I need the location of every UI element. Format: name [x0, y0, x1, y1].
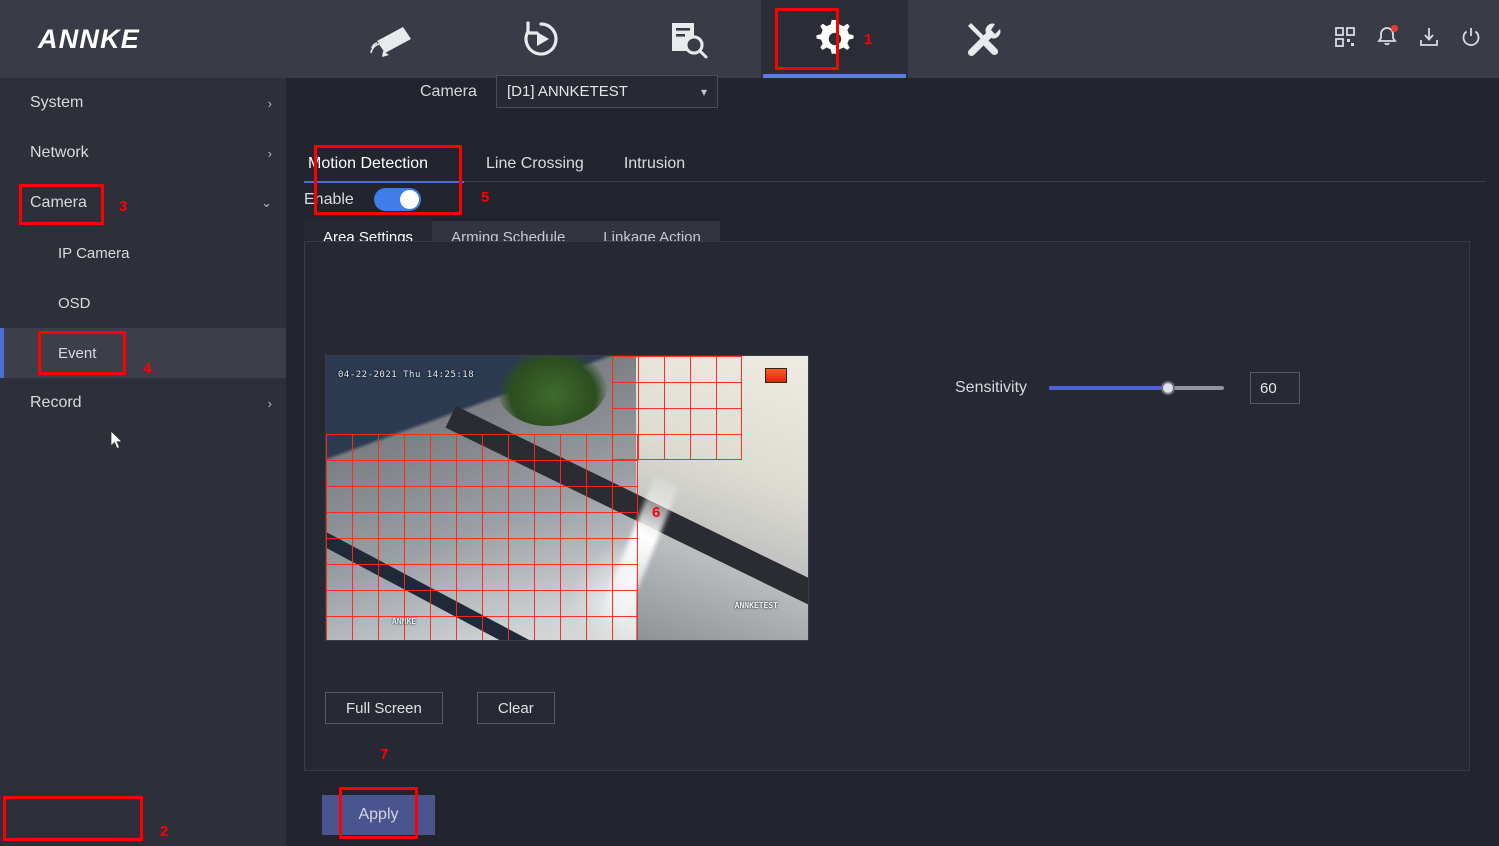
- apply-button[interactable]: Apply: [322, 795, 435, 835]
- header-right-icons: [1335, 0, 1481, 78]
- nav-tab-playback[interactable]: [467, 0, 614, 78]
- nav-tab-maintenance[interactable]: [908, 0, 1055, 78]
- header-nav-tabs: [320, 0, 1055, 78]
- sidebar-item-label: IP Camera: [58, 245, 129, 262]
- chevron-right-icon: ›: [268, 96, 272, 111]
- sidebar-item-label: OSD: [58, 295, 91, 312]
- camera-icon: [369, 21, 419, 57]
- full-screen-button[interactable]: Full Screen: [325, 692, 443, 724]
- sidebar-item-network[interactable]: Network ›: [0, 128, 286, 178]
- slider-fill: [1049, 386, 1168, 390]
- sidebar-item-camera[interactable]: Camera ⌄: [0, 178, 286, 228]
- tab-label: Line Crossing: [486, 155, 584, 173]
- tab-line-crossing[interactable]: Line Crossing: [482, 146, 588, 182]
- camera-select-value: [D1] ANNKETEST: [507, 83, 701, 100]
- nav-tab-live-view[interactable]: [320, 0, 467, 78]
- tools-icon: [961, 18, 1003, 60]
- sidebar-item-osd[interactable]: OSD: [0, 278, 286, 328]
- app-root: ANNKE: [0, 0, 1499, 846]
- qr-code-icon[interactable]: [1335, 27, 1355, 52]
- download-icon[interactable]: [1419, 27, 1439, 52]
- gear-icon: [813, 17, 857, 61]
- chevron-right-icon: ›: [268, 146, 272, 161]
- video-osd-timestamp: 04-22-2021 Thu 14:25:18: [338, 370, 474, 380]
- file-search-icon: [667, 18, 709, 60]
- motion-area-grid-secondary[interactable]: [612, 356, 742, 460]
- video-preview[interactable]: 04-22-2021 Thu 14:25:18 ANNKE ANNKETEST …: [325, 355, 809, 641]
- brand-logo: ANNKE: [38, 24, 140, 55]
- enable-row: Enable: [304, 188, 421, 211]
- nav-tab-search[interactable]: [614, 0, 761, 78]
- video-overlay-badge-icon: [765, 368, 787, 383]
- sensitivity-row: Sensitivity 60: [955, 372, 1300, 404]
- sidebar-item-ip-camera[interactable]: IP Camera: [0, 228, 286, 278]
- main-content: Camera [D1] ANNKETEST ▾ Motion Detection…: [286, 78, 1499, 846]
- chevron-down-icon: ⌄: [261, 195, 272, 211]
- sensitivity-slider[interactable]: [1049, 379, 1224, 397]
- notification-bell-icon[interactable]: [1377, 26, 1397, 53]
- enable-label: Enable: [304, 191, 354, 209]
- sidebar-item-label: Event: [58, 345, 96, 362]
- sidebar-item-label: System: [30, 94, 83, 112]
- chevron-down-icon: ▾: [701, 85, 707, 99]
- annotation-marker-6: 6: [652, 504, 660, 521]
- video-watermark-right: ANNKETEST: [735, 601, 778, 610]
- camera-label: Camera: [420, 83, 477, 101]
- sensitivity-value-input[interactable]: 60: [1250, 372, 1300, 404]
- area-settings-panel: 04-22-2021 Thu 14:25:18 ANNKE ANNKETEST …: [304, 241, 1470, 771]
- sidebar-item-label: Record: [30, 394, 82, 412]
- enable-toggle[interactable]: [374, 188, 421, 211]
- annotation-marker-4: 4: [143, 360, 151, 377]
- sidebar-item-system[interactable]: System ›: [0, 78, 286, 128]
- motion-area-grid-main[interactable]: [326, 434, 638, 641]
- area-action-buttons: Full Screen Clear: [325, 692, 555, 724]
- video-scene-plant: [498, 355, 608, 426]
- left-sidebar: System › Network › Camera ⌄ IP Camera OS…: [0, 78, 286, 846]
- power-icon[interactable]: [1461, 27, 1481, 52]
- tab-intrusion[interactable]: Intrusion: [620, 146, 689, 182]
- sidebar-item-label: Camera: [30, 194, 87, 212]
- mouse-cursor-icon: [110, 430, 124, 455]
- top-header: ANNKE: [0, 0, 1499, 78]
- clear-button[interactable]: Clear: [477, 692, 555, 724]
- sidebar-item-record[interactable]: Record ›: [0, 378, 286, 428]
- annotation-marker-7: 7: [380, 746, 388, 763]
- annotation-marker-2: 2: [160, 823, 168, 840]
- slider-handle[interactable]: [1161, 381, 1175, 395]
- annotation-marker-5: 5: [481, 189, 489, 206]
- chevron-right-icon: ›: [268, 396, 272, 411]
- camera-select[interactable]: [D1] ANNKETEST ▾: [496, 75, 718, 108]
- nav-tab-configuration[interactable]: [761, 0, 908, 78]
- detection-tabbar: Motion Detection Line Crossing Intrusion: [304, 146, 1486, 182]
- tab-label: Motion Detection: [308, 155, 428, 173]
- notification-badge-dot: [1391, 25, 1398, 32]
- playback-icon: [520, 18, 562, 60]
- sensitivity-label: Sensitivity: [955, 379, 1027, 397]
- sidebar-item-label: Network: [30, 144, 89, 162]
- tab-motion-detection[interactable]: Motion Detection: [304, 146, 464, 182]
- toggle-knob: [400, 190, 419, 209]
- tab-label: Intrusion: [624, 155, 685, 173]
- annotation-marker-3: 3: [119, 198, 127, 215]
- annotation-marker-1: 1: [864, 31, 872, 48]
